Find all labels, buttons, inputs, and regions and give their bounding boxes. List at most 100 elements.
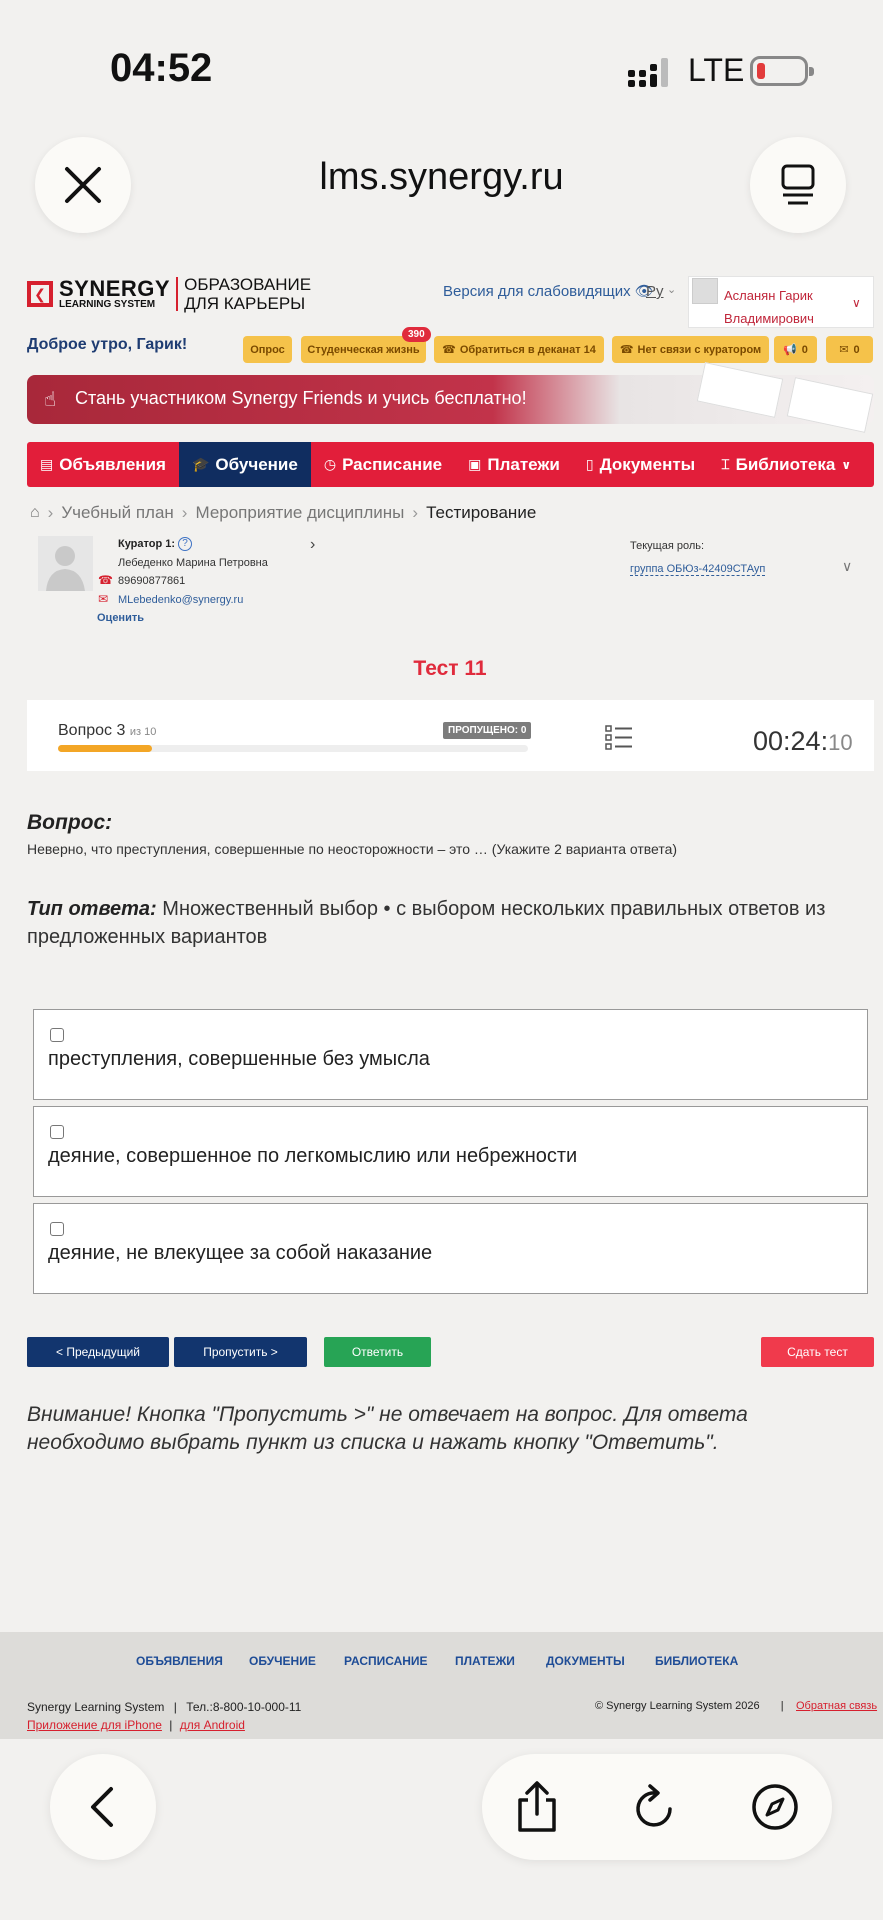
question-counter: Вопрос 3 из 10	[58, 722, 156, 740]
nav-item-documents[interactable]: ▯ Документы	[573, 442, 708, 487]
user-name-line-2: Владимирович	[724, 311, 814, 326]
language-select[interactable]: Ру	[646, 283, 664, 300]
user-menu-chevron-icon: ∨	[852, 296, 861, 310]
role-label: Текущая роль:	[630, 540, 705, 552]
battery-icon	[750, 56, 814, 86]
curator-chip-label: Нет связи с куратором	[637, 343, 762, 356]
footer-nav-library[interactable]: БИБЛИОТЕКА	[655, 1654, 738, 1668]
option-checkbox[interactable]	[50, 1222, 64, 1236]
reader-menu-button[interactable]	[750, 137, 846, 233]
skip-warning: Внимание! Кнопка "Пропустить >" не отвеч…	[27, 1403, 748, 1454]
timer-main: 00:24:	[753, 726, 829, 756]
nav-item-payments[interactable]: ▣ Платежи	[455, 442, 573, 487]
curator-chip[interactable]: ☎ Нет связи с куратором	[612, 336, 769, 363]
progress-fill	[58, 745, 152, 752]
news-icon: ▤	[40, 456, 54, 472]
explore-button[interactable]	[750, 1782, 800, 1837]
option-label: деяние, не влекущее за собой наказание	[48, 1242, 433, 1264]
nav-item-announcements[interactable]: ▤ Объявления	[27, 442, 179, 487]
footer-phone: Тел.:8-800-10-000-11	[186, 1700, 302, 1714]
answer-option[interactable]: преступления, совершенные без умысла	[33, 1009, 868, 1100]
rate-curator-link[interactable]: Оценить	[97, 612, 144, 624]
accessibility-link[interactable]: Версия для слабовидящих 👁	[443, 282, 654, 300]
curator-label: Куратор 1:	[118, 538, 176, 550]
answer-type: Тип ответа: Множественный выбор • с выбо…	[27, 895, 872, 951]
footer-copyright: © Synergy Learning System 2026 |	[595, 1700, 784, 1712]
skip-button[interactable]: Пропустить >	[174, 1337, 307, 1367]
nav-item-learning[interactable]: 🎓 Обучение	[178, 442, 311, 487]
previous-button[interactable]: < Предыдущий	[27, 1337, 169, 1367]
alerts-count: 0	[801, 343, 808, 356]
breadcrumb: ⌂ › Учебный план › Мероприятие дисциплин…	[30, 503, 537, 523]
mail-icon: ✉	[98, 592, 109, 606]
hand-pointer-icon: ☝	[44, 389, 57, 411]
curator-photo	[38, 536, 93, 591]
chevron-left-icon	[91, 1787, 113, 1827]
nav-label: Объявления	[59, 454, 166, 474]
answer-option[interactable]: деяние, не влекущее за собой наказание	[33, 1203, 868, 1294]
share-button[interactable]	[512, 1780, 562, 1839]
option-label: деяние, совершенное по легкомыслию или н…	[48, 1145, 578, 1167]
nav-item-schedule[interactable]: ◷ Расписание	[311, 442, 455, 487]
curator-name: Лебеденко Марина Петровна	[118, 557, 268, 569]
finish-test-button[interactable]: Сдать тест	[761, 1337, 874, 1367]
messages-count: 0	[853, 343, 860, 356]
mail-icon: ✉	[839, 344, 849, 356]
footer-nav-payments[interactable]: ПЛАТЕЖИ	[455, 1654, 515, 1668]
main-nav: ▤ Объявления 🎓 Обучение ◷ Расписание ▣ Плате…	[27, 442, 874, 487]
question-number: Вопрос 3	[58, 722, 126, 739]
feedback-link[interactable]: Обратная связь	[796, 1700, 877, 1712]
banner-text: Стань участником Synergy Friends и учись…	[75, 388, 527, 408]
logo-main: SYNERGY	[59, 276, 171, 301]
test-timer: 00:24:10	[753, 726, 853, 757]
role-select[interactable]: группа ОБЮз-42409СТАуп	[630, 563, 766, 576]
progress-bar	[58, 745, 528, 752]
curator-email[interactable]: MLebedenko@synergy.ru	[118, 594, 243, 606]
breadcrumb-current: Тестирование	[426, 503, 537, 522]
test-title: Тест 11	[413, 657, 487, 680]
survey-chip[interactable]: Опрос	[243, 336, 292, 363]
nav-label: Библиотека	[735, 454, 836, 474]
answer-button[interactable]: Ответить	[324, 1337, 431, 1367]
headset-icon: ☎	[442, 344, 456, 356]
footer-nav-learning[interactable]: ОБУЧЕНИЕ	[249, 1654, 316, 1668]
megaphone-icon: 📢	[783, 344, 797, 356]
reload-button[interactable]	[630, 1782, 680, 1837]
dean-chip-label: Обратиться в деканат 14	[459, 343, 596, 356]
nav-label: Платежи	[487, 454, 560, 474]
headset-icon: ☎	[98, 573, 113, 587]
option-checkbox[interactable]	[50, 1028, 64, 1042]
android-app-link[interactable]: для Android	[180, 1718, 245, 1732]
alerts-chip[interactable]: 📢 0	[774, 336, 817, 363]
footer-company: Synergy Learning System	[27, 1700, 165, 1714]
logo-tagline-1: ОБРАЗОВАНИЕ	[184, 275, 312, 294]
user-name-line-1: Асланян Гарик	[724, 288, 813, 303]
chevron-down-icon[interactable]: ∨	[842, 558, 852, 575]
home-icon[interactable]: ⌂	[30, 504, 40, 522]
dean-chip[interactable]: ☎ Обратиться в деканат 14	[434, 336, 604, 363]
help-icon[interactable]: ?	[178, 537, 192, 551]
answer-type-label: Тип ответа:	[27, 898, 157, 920]
page-menu-icon	[781, 164, 815, 205]
footer-nav-documents[interactable]: ДОКУМЕНТЫ	[546, 1654, 625, 1668]
logo-sub: LEARNING SYSTEM	[59, 299, 156, 310]
reload-icon	[636, 1784, 672, 1827]
option-label: преступления, совершенные без умысла	[48, 1048, 430, 1070]
answer-option[interactable]: деяние, совершенное по легкомыслию или н…	[33, 1106, 868, 1197]
back-button[interactable]	[50, 1754, 156, 1860]
breadcrumb-item[interactable]: Мероприятие дисциплины	[195, 503, 404, 523]
synergy-logo[interactable]: ❮ SYNERGY LEARNING SYSTEM ОБРАЗОВАНИЕ ДЛ…	[27, 275, 311, 313]
footer-nav-announcements[interactable]: ОБЪЯВЛЕНИЯ	[136, 1654, 223, 1668]
headset-icon: ☎	[619, 344, 634, 356]
iphone-app-link[interactable]: Приложение для iPhone	[27, 1718, 162, 1732]
nav-item-library[interactable]: ⌶ Библиотека ∨	[708, 442, 864, 487]
clock-icon: ◷	[323, 456, 337, 472]
question-heading: Вопрос:	[27, 811, 113, 834]
option-checkbox[interactable]	[50, 1125, 64, 1139]
messages-chip[interactable]: ✉ 0	[826, 336, 873, 363]
footer-nav-schedule[interactable]: РАСПИСАНИЕ	[344, 1654, 428, 1668]
chevron-right-icon[interactable]: ›	[310, 536, 315, 554]
breadcrumb-item[interactable]: Учебный план	[61, 503, 173, 523]
question-list-icon[interactable]	[605, 725, 633, 751]
share-icon	[518, 1781, 556, 1832]
